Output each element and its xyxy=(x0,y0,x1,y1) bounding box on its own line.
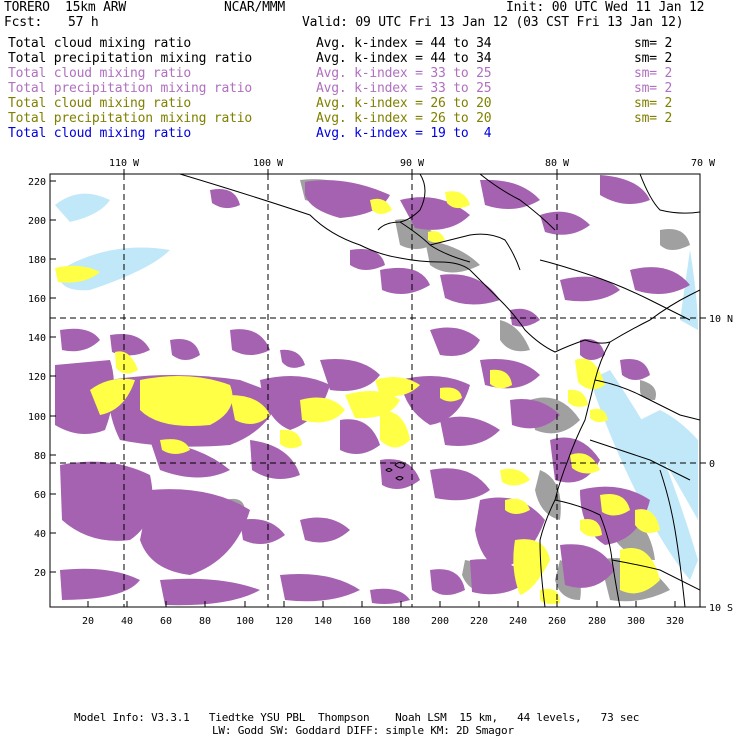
x-tick-label: 240 xyxy=(509,616,527,627)
x-tick-label: 300 xyxy=(627,616,645,627)
lon-label: 80 W xyxy=(545,158,570,169)
x-tick-label: 120 xyxy=(275,616,293,627)
cloud-field-layer xyxy=(55,175,698,606)
y-tick-label: 120 xyxy=(28,372,46,383)
x-tick-label: 60 xyxy=(160,616,172,627)
x-tick-label: 180 xyxy=(392,616,410,627)
x-tick-label: 20 xyxy=(82,616,94,627)
lon-label: 100 W xyxy=(253,158,284,169)
x-tick-label: 200 xyxy=(431,616,449,627)
x-tick-label: 40 xyxy=(121,616,133,627)
y-tick-label: 200 xyxy=(28,216,46,227)
lat-label: 0 xyxy=(709,459,715,470)
physics-info-line: LW: Godd SW: Goddard DIFF: simple KM: 2D… xyxy=(212,724,514,737)
x-tick-label: 80 xyxy=(199,616,211,627)
x-tick-label: 320 xyxy=(666,616,684,627)
x-tick-label: 280 xyxy=(588,616,606,627)
x-tick-label: 140 xyxy=(314,616,332,627)
x-tick-label: 260 xyxy=(548,616,566,627)
x-tick-label: 160 xyxy=(353,616,371,627)
y-tick-label: 80 xyxy=(34,451,46,462)
weather-map: 110 W 100 W 90 W 80 W 70 W 10 N 0 10 S 2… xyxy=(28,158,733,627)
x-tick-label: 100 xyxy=(236,616,254,627)
lat-label: 10 S xyxy=(709,603,733,614)
y-tick-label: 60 xyxy=(34,490,46,501)
model-info-line: Model Info: V3.3.1 Tiedtke YSU PBL Thomp… xyxy=(74,711,640,724)
y-tick-label: 140 xyxy=(28,333,46,344)
lon-label: 110 W xyxy=(109,158,140,169)
y-tick-label: 220 xyxy=(28,177,46,188)
y-tick-label: 20 xyxy=(34,568,46,579)
y-tick-label: 100 xyxy=(28,412,46,423)
lon-label: 90 W xyxy=(400,158,425,169)
y-tick-label: 160 xyxy=(28,294,46,305)
y-tick-label: 40 xyxy=(34,529,46,540)
x-tick-label: 220 xyxy=(470,616,488,627)
y-tick-label: 180 xyxy=(28,255,46,266)
lat-label: 10 N xyxy=(709,314,733,325)
lon-label: 70 W xyxy=(691,158,716,169)
